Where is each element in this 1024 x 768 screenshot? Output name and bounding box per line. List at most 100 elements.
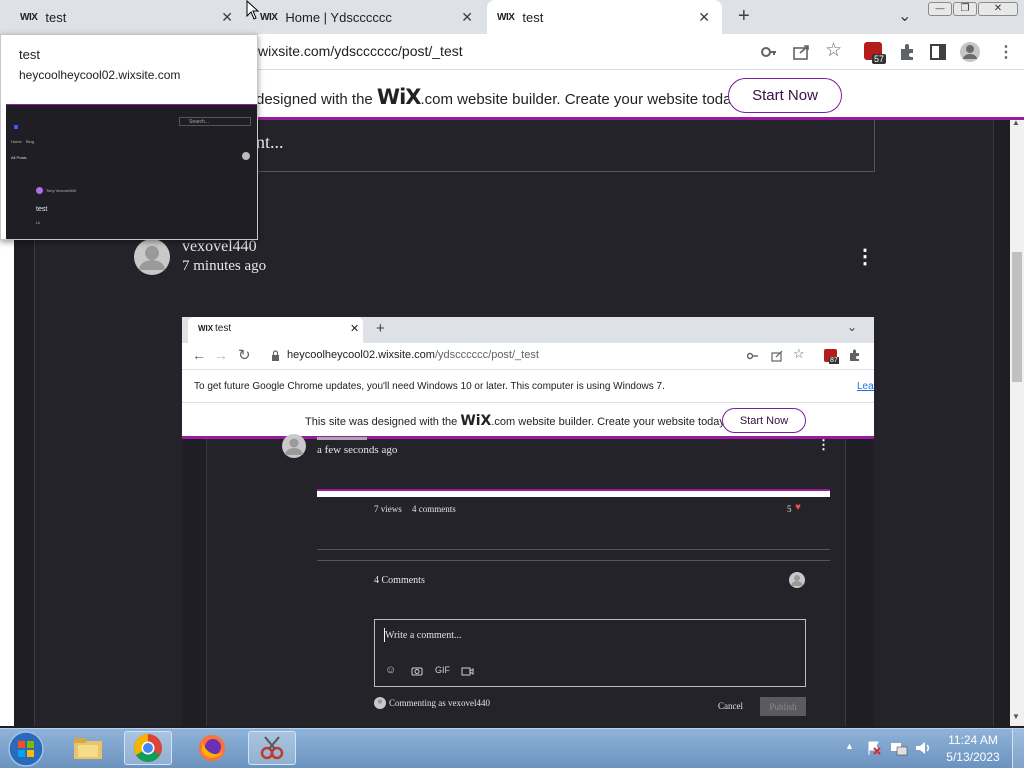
thumb-nav-home: Home [11,139,22,144]
share-icon[interactable] [771,350,783,362]
inner-author-avatar[interactable] [282,434,306,458]
mouse-cursor-icon [246,0,260,20]
reload-icon[interactable]: ↻ [238,346,251,364]
write-comment-placeholder: Write a comment... [385,630,462,641]
inner-start-now-button[interactable]: Start Now [722,408,806,433]
tab-test-active[interactable]: WIX test ✕ [487,0,722,34]
wix-logo: WiX [376,85,422,109]
maximize-button[interactable]: ❐ [953,2,977,16]
learn-more-link[interactable]: Lear [857,381,874,392]
comment-box-partial[interactable]: nt... [240,120,875,172]
banner-suffix: .com website builder. Create your websit… [420,91,743,108]
tab-test-1[interactable]: WIX test ✕ [10,0,245,34]
show-desktop-button[interactable] [1012,729,1024,768]
embedded-screenshot: WIX test ✕ + ⌄ ← → ↻ heycoolheycool02.wi… [182,317,874,726]
address-bar[interactable]: wixsite.com/ydscccccc/post/_test [258,43,463,59]
firefox-taskbar-icon[interactable] [188,731,236,765]
heart-icon[interactable]: ♥ [795,502,801,513]
forward-arrow-icon[interactable]: → [214,347,228,363]
extensions-puzzle-icon[interactable] [848,349,861,362]
inner-new-tab-button[interactable]: + [376,320,385,337]
inner-tab-strip: WIX test ✕ + ⌄ [182,317,874,343]
inner-toolbar: ← → ↻ heycoolheycool02.wixsite.com/ydscc… [182,343,874,369]
video-icon[interactable] [461,667,474,676]
tab-close-icon[interactable]: ✕ [698,9,710,26]
publish-button[interactable]: Publish [760,697,806,716]
start-now-button[interactable]: Start Now [728,78,842,113]
thumb-post-text: Lk [36,220,41,225]
banner-text: designed with the WiX.com website builde… [256,85,742,109]
banner-suffix: .com website builder. Create your websit… [491,416,728,428]
key-icon[interactable] [761,44,777,60]
inner-banner-text: This site was designed with the WiX.com … [305,413,727,429]
menu-kebab-icon[interactable]: ⋮ [998,42,1014,62]
chrome-taskbar-icon[interactable] [124,731,172,765]
minimize-button[interactable]: — [928,2,952,16]
tab-search-button[interactable]: ⌄ [898,6,911,26]
inner-post-more-icon[interactable]: ⋮ [817,437,830,453]
close-window-button[interactable]: ✕ [978,2,1018,16]
thumb-author-avatar [36,187,43,194]
thumb-post-title: test [36,206,48,213]
thumb-banner [6,95,257,105]
write-comment-input[interactable]: Write a comment... ☺ GIF [374,619,806,687]
clock-date[interactable]: 5/13/2023 [940,750,1006,764]
show-hidden-icons[interactable]: ▲ [845,741,854,751]
clock-time[interactable]: 11:24 AM [940,733,1006,747]
views-count: 7 views [374,504,402,514]
tab-strip: WIX test ✕ WIX Home | Ydscccccc ✕ WIX te… [0,0,1024,34]
network-icon[interactable] [890,740,908,756]
lock-icon[interactable] [271,350,280,361]
bookmark-star-icon[interactable]: ☆ [793,346,805,362]
tab-hover-preview: test heycoolheycool02.wixsite.com Search… [0,34,258,240]
extension-badge: 87 [829,357,839,364]
comments-count[interactable]: 4 comments [412,504,456,514]
tab-title: test [522,9,544,25]
cancel-button[interactable]: Cancel [718,701,743,711]
thumb-all-posts: All Posts [11,155,27,160]
preview-url: heycoolheycool02.wixsite.com [19,68,181,82]
gif-button[interactable]: GIF [435,665,450,675]
post-author[interactable]: vexovel440 [182,238,257,256]
scrollbar-thumb[interactable] [1012,252,1022,382]
wix-favicon: WIX [20,11,38,23]
post-more-icon[interactable]: ⋮ [855,244,875,269]
thumb-search: Search... [179,117,251,126]
page-scrollbar[interactable]: ▲ ▼ [1010,118,1024,726]
camera-icon[interactable] [411,666,423,676]
emoji-icon[interactable]: ☺ [385,664,396,676]
back-arrow-icon[interactable]: ← [192,347,206,363]
tab-close-icon[interactable]: ✕ [461,9,473,26]
inner-tab[interactable]: WIX test ✕ [188,317,363,343]
extensions-puzzle-icon[interactable] [898,43,916,61]
side-panel-icon[interactable] [930,44,946,60]
banner-prefix: This site was designed with the [305,416,458,428]
divider [317,549,830,550]
scroll-down-icon[interactable]: ▼ [1012,712,1020,721]
file-explorer-icon[interactable] [64,731,112,765]
inner-tab-search-icon[interactable]: ⌄ [847,320,857,334]
volume-icon[interactable] [914,740,932,756]
tab-close-icon[interactable]: ✕ [221,9,233,26]
start-button-icon[interactable] [6,730,46,768]
inner-address-bar[interactable]: heycoolheycool02.wixsite.com/ydscccccc/p… [287,349,539,361]
wix-favicon: WIX [497,11,515,23]
snipping-tool-icon[interactable] [248,731,296,765]
inner-infobar: To get future Google Chrome updates, you… [182,369,874,403]
scroll-up-icon[interactable]: ▲ [1012,118,1020,127]
new-tab-button[interactable]: + [738,5,750,28]
action-center-flag-icon[interactable] [866,740,882,756]
share-icon[interactable] [793,44,810,60]
banner-prefix: designed with the [256,91,373,108]
inner-tab-close-icon[interactable]: ✕ [350,322,359,335]
author-avatar[interactable] [134,239,170,275]
tab-home[interactable]: WIX Home | Ydscccccc ✕ [250,0,485,34]
commenter-avatar[interactable] [789,572,805,588]
inner-author-name-cropped [317,437,367,440]
inner-post-content-edge [317,489,830,497]
url-path: /ydscccccc/post/_test [434,349,539,361]
key-icon[interactable] [747,351,759,361]
profile-avatar-icon[interactable] [959,41,981,63]
bookmark-star-icon[interactable]: ☆ [825,39,842,62]
thumb-nav-blog: Blog [26,139,35,144]
